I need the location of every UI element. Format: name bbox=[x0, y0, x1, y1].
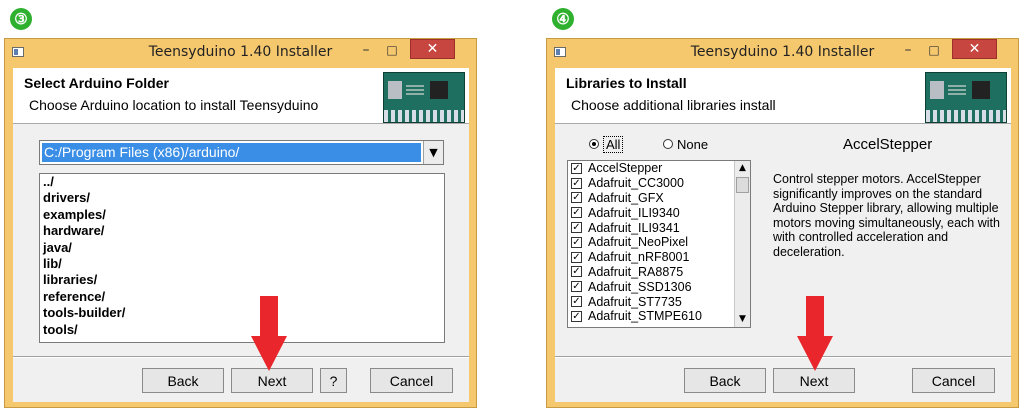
library-list-item[interactable]: ✓ Adafruit_CC3000 bbox=[568, 176, 750, 191]
library-label: Adafruit_SSD1306 bbox=[588, 279, 692, 294]
page-title: Select Arduino Folder bbox=[24, 75, 169, 91]
checkbox-checked-icon[interactable]: ✓ bbox=[571, 266, 582, 278]
folder-list-item[interactable]: lib/ bbox=[40, 256, 444, 272]
minimize-button[interactable]: – bbox=[897, 42, 919, 58]
teensy-board-image bbox=[925, 72, 1007, 123]
checkbox-checked-icon[interactable]: ✓ bbox=[571, 162, 582, 174]
arduino-path-value: C:/Program Files (x86)/arduino/ bbox=[42, 143, 421, 162]
library-label: Adafruit_ILI9341 bbox=[588, 220, 680, 235]
cancel-button[interactable]: Cancel bbox=[370, 368, 453, 393]
library-label: Adafruit_ILI9340 bbox=[588, 205, 680, 220]
radio-all-label: All bbox=[603, 135, 624, 153]
library-label: Adafruit_NeoPixel bbox=[588, 235, 689, 250]
installer-window-libraries: Teensyduino 1.40 Installer – □ ✕ Librari… bbox=[546, 38, 1019, 408]
close-button[interactable]: ✕ bbox=[952, 39, 997, 59]
folder-list-item[interactable]: hardware/ bbox=[40, 223, 444, 239]
checkbox-checked-icon[interactable]: ✓ bbox=[571, 296, 582, 308]
scroll-up-icon[interactable]: ▲ bbox=[735, 161, 750, 176]
library-description: Control stepper motors. AccelStepper sig… bbox=[773, 172, 1000, 259]
step-3-badge: ③ bbox=[10, 8, 32, 30]
library-list-item[interactable]: ✓ Adafruit_ILI9341 bbox=[568, 220, 750, 235]
red-arrow-pointer-next bbox=[251, 296, 287, 371]
library-list-item[interactable]: ✓ Adafruit_GFX bbox=[568, 191, 750, 206]
minimize-button[interactable]: – bbox=[355, 42, 377, 58]
library-list-item[interactable]: ✓ AccelStepper bbox=[568, 161, 750, 176]
wizard-header: Select Arduino Folder Choose Arduino loc… bbox=[13, 68, 469, 124]
help-button[interactable]: ? bbox=[320, 368, 347, 393]
checkbox-checked-icon[interactable]: ✓ bbox=[571, 251, 582, 263]
folder-list-item[interactable]: ../ bbox=[40, 174, 444, 190]
next-button[interactable]: Next bbox=[231, 368, 313, 393]
folder-list-item[interactable]: reference/ bbox=[40, 289, 444, 305]
arduino-path-dropdown[interactable]: C:/Program Files (x86)/arduino/ ▼ bbox=[39, 140, 444, 165]
footer-divider bbox=[555, 356, 1011, 358]
close-button[interactable]: ✕ bbox=[410, 39, 455, 59]
cancel-button[interactable]: Cancel bbox=[912, 368, 995, 393]
library-label: Adafruit_ST7735 bbox=[588, 294, 682, 309]
library-label: Adafruit_STMPE610 bbox=[588, 309, 702, 324]
maximize-button[interactable]: □ bbox=[381, 42, 403, 58]
footer-divider bbox=[13, 356, 469, 358]
folder-list-item[interactable]: drivers/ bbox=[40, 190, 444, 206]
selected-library-name: AccelStepper bbox=[843, 136, 933, 153]
folder-list-item[interactable]: tools/ bbox=[40, 322, 444, 338]
library-list-item[interactable]: ✓ Adafruit_SSD1306 bbox=[568, 279, 750, 294]
back-button[interactable]: Back bbox=[142, 368, 224, 393]
library-list-item[interactable]: ✓ Adafruit_RA8875 bbox=[568, 265, 750, 280]
library-label: Adafruit_RA8875 bbox=[588, 264, 684, 279]
radio-all[interactable]: All bbox=[589, 135, 624, 153]
window-client-area: Libraries to Install Choose additional l… bbox=[555, 68, 1011, 402]
back-button[interactable]: Back bbox=[684, 368, 766, 393]
checkbox-checked-icon[interactable]: ✓ bbox=[571, 236, 582, 248]
folder-list-item[interactable]: java/ bbox=[40, 240, 444, 256]
installer-window-select-folder: Teensyduino 1.40 Installer – □ ✕ Select … bbox=[4, 38, 477, 408]
window-title: Teensyduino 1.40 Installer bbox=[148, 44, 333, 60]
page-subtitle: Choose additional libraries install bbox=[571, 97, 776, 113]
checkbox-checked-icon[interactable]: ✓ bbox=[571, 207, 582, 219]
radio-none-label: None bbox=[677, 136, 709, 152]
radio-none[interactable]: None bbox=[663, 136, 708, 152]
library-list-item[interactable]: ✓ Adafruit_nRF8001 bbox=[568, 250, 750, 265]
checkbox-checked-icon[interactable]: ✓ bbox=[571, 310, 582, 322]
page-title: Libraries to Install bbox=[566, 75, 687, 91]
library-list-item[interactable]: ✓ Adafruit_ST7735 bbox=[568, 294, 750, 309]
radio-none-indicator[interactable] bbox=[663, 139, 673, 149]
checkbox-checked-icon[interactable]: ✓ bbox=[571, 281, 582, 293]
library-label: Adafruit_GFX bbox=[588, 190, 664, 205]
library-label: Adafruit_nRF8001 bbox=[588, 250, 690, 265]
next-button[interactable]: Next bbox=[773, 368, 855, 393]
teensy-board-image bbox=[383, 72, 465, 123]
folder-list-item[interactable]: libraries/ bbox=[40, 272, 444, 288]
red-arrow-pointer-next bbox=[797, 296, 833, 371]
folder-list-item[interactable]: tools-builder/ bbox=[40, 305, 444, 321]
folder-list-item[interactable]: examples/ bbox=[40, 207, 444, 223]
library-list-item[interactable]: ✓ Adafruit_STMPE610 bbox=[568, 309, 750, 324]
library-label: Adafruit_CC3000 bbox=[588, 176, 684, 191]
step-4-badge: ④ bbox=[552, 8, 574, 30]
chevron-down-icon[interactable]: ▼ bbox=[423, 141, 443, 164]
checkbox-checked-icon[interactable]: ✓ bbox=[571, 192, 582, 204]
title-bar[interactable]: Teensyduino 1.40 Installer – □ ✕ bbox=[547, 39, 1018, 64]
scroll-thumb[interactable] bbox=[736, 177, 749, 193]
page-subtitle: Choose Arduino location to install Teens… bbox=[29, 97, 319, 113]
folder-list[interactable]: ../drivers/examples/hardware/java/lib/li… bbox=[39, 173, 445, 343]
maximize-button[interactable]: □ bbox=[923, 42, 945, 58]
library-list-scrollbar[interactable]: ▲ ▼ bbox=[734, 161, 750, 327]
library-checklist[interactable]: ✓ AccelStepper ✓ Adafruit_CC3000 ✓ Adafruit_G… bbox=[567, 160, 751, 328]
library-label: AccelStepper bbox=[588, 161, 663, 176]
checkbox-checked-icon[interactable]: ✓ bbox=[571, 222, 582, 234]
checkbox-checked-icon[interactable]: ✓ bbox=[571, 177, 582, 189]
window-title: Teensyduino 1.40 Installer bbox=[690, 44, 875, 60]
radio-all-indicator[interactable] bbox=[589, 139, 599, 149]
title-bar[interactable]: Teensyduino 1.40 Installer – □ ✕ bbox=[5, 39, 476, 64]
library-list-item[interactable]: ✓ Adafruit_NeoPixel bbox=[568, 235, 750, 250]
window-client-area: Select Arduino Folder Choose Arduino loc… bbox=[13, 68, 469, 402]
wizard-header: Libraries to Install Choose additional l… bbox=[555, 68, 1011, 124]
library-list-item[interactable]: ✓ Adafruit_ILI9340 bbox=[568, 205, 750, 220]
scroll-down-icon[interactable]: ▼ bbox=[735, 312, 750, 327]
